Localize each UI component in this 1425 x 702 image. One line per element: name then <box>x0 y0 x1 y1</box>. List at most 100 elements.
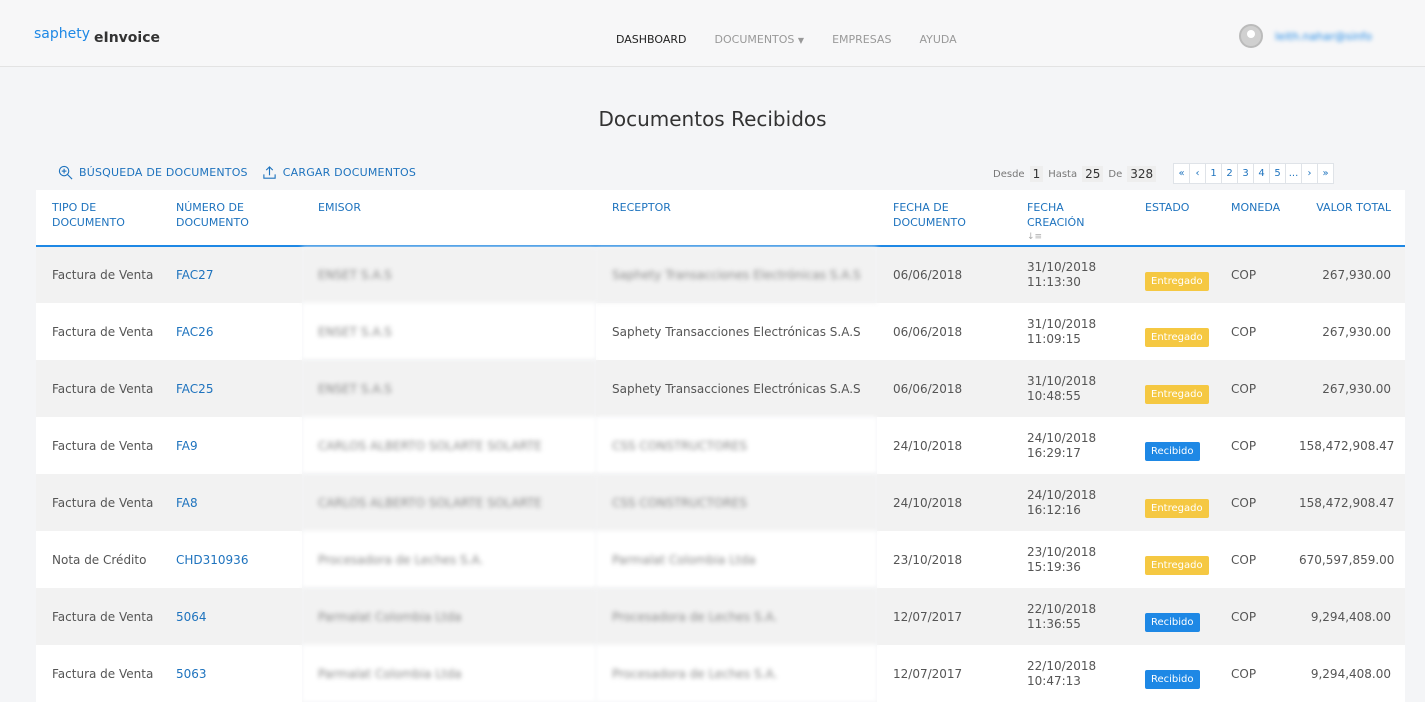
upload-documents-label: CARGAR DOCUMENTOS <box>282 166 417 179</box>
status-badge: Recibido <box>1145 442 1200 461</box>
fecha-creacion-time: 10:47:13 <box>1027 673 1081 688</box>
nav-dashboard[interactable]: DASHBOARD <box>616 33 687 46</box>
saphety-logo[interactable]: saphety <box>34 26 90 42</box>
cell-emisor: Parmalat Colombia Ltda <box>302 588 596 645</box>
zoom-in-icon <box>58 165 73 180</box>
search-documents-button[interactable]: BÚSQUEDA DE DOCUMENTOS <box>58 165 248 180</box>
cell-receptor: Saphety Transacciones Electrónicas S.A.S <box>596 360 877 417</box>
cell-receptor: Procesadora de Leches S.A. <box>596 645 877 702</box>
table-row[interactable]: Factura de Venta FAC26 ENSET S.A.S Saphety … <box>36 303 1405 360</box>
nav-documentos-label: DOCUMENTOS <box>714 33 795 46</box>
pager-ellipsis[interactable]: ... <box>1285 163 1302 184</box>
document-number-link[interactable]: FAC26 <box>160 303 302 360</box>
cell-tipo: Factura de Venta <box>36 417 160 474</box>
document-number-link[interactable]: FAC25 <box>160 360 302 417</box>
fecha-creacion-date: 31/10/2018 <box>1027 373 1097 388</box>
table-row[interactable]: Nota de Crédito CHD310936 Procesadora de L… <box>36 531 1405 588</box>
header-fecha-creacion[interactable]: FECHA CREACIÓN ↓≡ <box>1011 190 1129 247</box>
cell-emisor: ENSET S.A.S <box>302 303 596 360</box>
cell-moneda: COP <box>1215 417 1283 474</box>
document-number-link[interactable]: FA8 <box>160 474 302 531</box>
user-email[interactable]: leith.nahar@sinfo <box>1275 30 1425 43</box>
header-emisor[interactable]: EMISOR <box>302 190 596 247</box>
table-row[interactable]: Factura de Venta 5064 Parmalat Colombia Lt… <box>36 588 1405 645</box>
fecha-creacion-time: 11:13:30 <box>1027 275 1081 289</box>
cell-emisor: CARLOS ALBERTO SOLARTE SOLARTE <box>302 417 596 474</box>
fecha-creacion-time: 11:09:15 <box>1027 331 1081 346</box>
cell-estado: Entregado <box>1129 474 1215 531</box>
cell-valor-total: 267,930.00 <box>1283 246 1405 303</box>
pager-first[interactable]: « <box>1173 163 1190 184</box>
header-fecha-documento[interactable]: FECHA DE DOCUMENTO <box>877 190 1011 247</box>
pager-prev[interactable]: ‹ <box>1189 163 1206 184</box>
cell-receptor: Procesadora de Leches S.A. <box>596 588 877 645</box>
sort-desc-icon[interactable]: ↓≡ <box>1027 230 1121 245</box>
cell-valor-total: 267,930.00 <box>1283 303 1405 360</box>
pager-page-1[interactable]: 1 <box>1205 163 1222 184</box>
documents-table: TIPO DE DOCUMENTO NÚMERO DE DOCUMENTO EM… <box>36 190 1405 702</box>
header-estado[interactable]: ESTADO <box>1129 190 1215 247</box>
page-title: Documentos Recibidos <box>598 107 827 131</box>
cell-moneda: COP <box>1215 360 1283 417</box>
cell-moneda: COP <box>1215 531 1283 588</box>
header-valor-total[interactable]: VALOR TOTAL <box>1283 190 1405 247</box>
main-nav: DASHBOARD DOCUMENTOS ▼ EMPRESAS AYUDA <box>616 33 957 46</box>
cell-estado: Entregado <box>1129 360 1215 417</box>
pager-page-3[interactable]: 3 <box>1237 163 1254 184</box>
table-row[interactable]: Factura de Venta FAC27 ENSET S.A.S Saphety … <box>36 246 1405 303</box>
pager-page-5[interactable]: 5 <box>1269 163 1286 184</box>
cell-fecha-documento: 24/10/2018 <box>877 417 1011 474</box>
status-badge: Entregado <box>1145 556 1209 575</box>
range-indicator: Desde 1 Hasta 25 De 328 <box>993 166 1157 182</box>
cell-fecha-documento: 24/10/2018 <box>877 474 1011 531</box>
header-numero[interactable]: NÚMERO DE DOCUMENTO <box>160 190 302 247</box>
status-badge: Entregado <box>1145 328 1209 347</box>
user-menu[interactable]: leith.nahar@sinfo <box>1239 24 1425 48</box>
nav-documentos[interactable]: DOCUMENTOS ▼ <box>715 33 805 46</box>
table-row[interactable]: Factura de Venta FA9 CARLOS ALBERTO SOLART… <box>36 417 1405 474</box>
header-fecha-creacion-label: FECHA CREACIÓN <box>1027 201 1085 229</box>
cell-fecha-documento: 12/07/2017 <box>877 588 1011 645</box>
document-number-link[interactable]: FAC27 <box>160 246 302 303</box>
document-number-link[interactable]: 5064 <box>160 588 302 645</box>
cell-emisor: CARLOS ALBERTO SOLARTE SOLARTE <box>302 474 596 531</box>
cell-tipo: Factura de Venta <box>36 360 160 417</box>
range-from-label: Desde <box>993 168 1025 180</box>
cell-fecha-documento: 23/10/2018 <box>877 531 1011 588</box>
table-row[interactable]: Factura de Venta FAC25 ENSET S.A.S Saphety … <box>36 360 1405 417</box>
cell-valor-total: 9,294,408.00 <box>1283 645 1405 702</box>
fecha-creacion-time: 10:48:55 <box>1027 388 1081 403</box>
pager-page-4[interactable]: 4 <box>1253 163 1270 184</box>
cell-valor-total: 158,472,908.47 <box>1283 474 1405 531</box>
cell-receptor: CSS CONSTRUCTORES <box>596 474 877 531</box>
fecha-creacion-time: 16:29:17 <box>1027 445 1081 460</box>
cell-valor-total: 158,472,908.47 <box>1283 417 1405 474</box>
pager-next[interactable]: › <box>1301 163 1318 184</box>
fecha-creacion-date: 31/10/2018 <box>1027 316 1097 331</box>
avatar[interactable] <box>1239 24 1263 48</box>
fecha-creacion-date: 22/10/2018 <box>1027 658 1097 673</box>
cell-tipo: Nota de Crédito <box>36 531 160 588</box>
header-moneda[interactable]: MONEDA <box>1215 190 1283 247</box>
document-number-link[interactable]: FA9 <box>160 417 302 474</box>
table-header: TIPO DE DOCUMENTO NÚMERO DE DOCUMENTO EM… <box>36 190 1405 247</box>
pager-last[interactable]: » <box>1317 163 1334 184</box>
nav-ayuda[interactable]: AYUDA <box>919 33 956 46</box>
header-receptor[interactable]: RECEPTOR <box>596 190 877 247</box>
document-number-link[interactable]: 5063 <box>160 645 302 702</box>
status-badge: Recibido <box>1145 613 1200 632</box>
fecha-creacion-date: 31/10/2018 <box>1027 260 1097 274</box>
upload-documents-button[interactable]: CARGAR DOCUMENTOS <box>262 165 416 180</box>
header-tipo[interactable]: TIPO DE DOCUMENTO <box>36 190 160 247</box>
document-number-link[interactable]: CHD310936 <box>160 531 302 588</box>
range-to: 25 <box>1082 166 1104 182</box>
table-row[interactable]: Factura de Venta FA8 CARLOS ALBERTO SOLART… <box>36 474 1405 531</box>
fecha-creacion-date: 24/10/2018 <box>1027 430 1097 445</box>
fecha-creacion-date: 23/10/2018 <box>1027 544 1097 559</box>
nav-empresas[interactable]: EMPRESAS <box>832 33 891 46</box>
table-row[interactable]: Factura de Venta 5063 Parmalat Colombia Lt… <box>36 645 1405 702</box>
pager-page-2[interactable]: 2 <box>1221 163 1238 184</box>
table-body: Factura de Venta FAC27 ENSET S.A.S Saphety … <box>36 246 1405 702</box>
app-name: eInvoice <box>94 30 161 46</box>
cell-tipo: Factura de Venta <box>36 474 160 531</box>
